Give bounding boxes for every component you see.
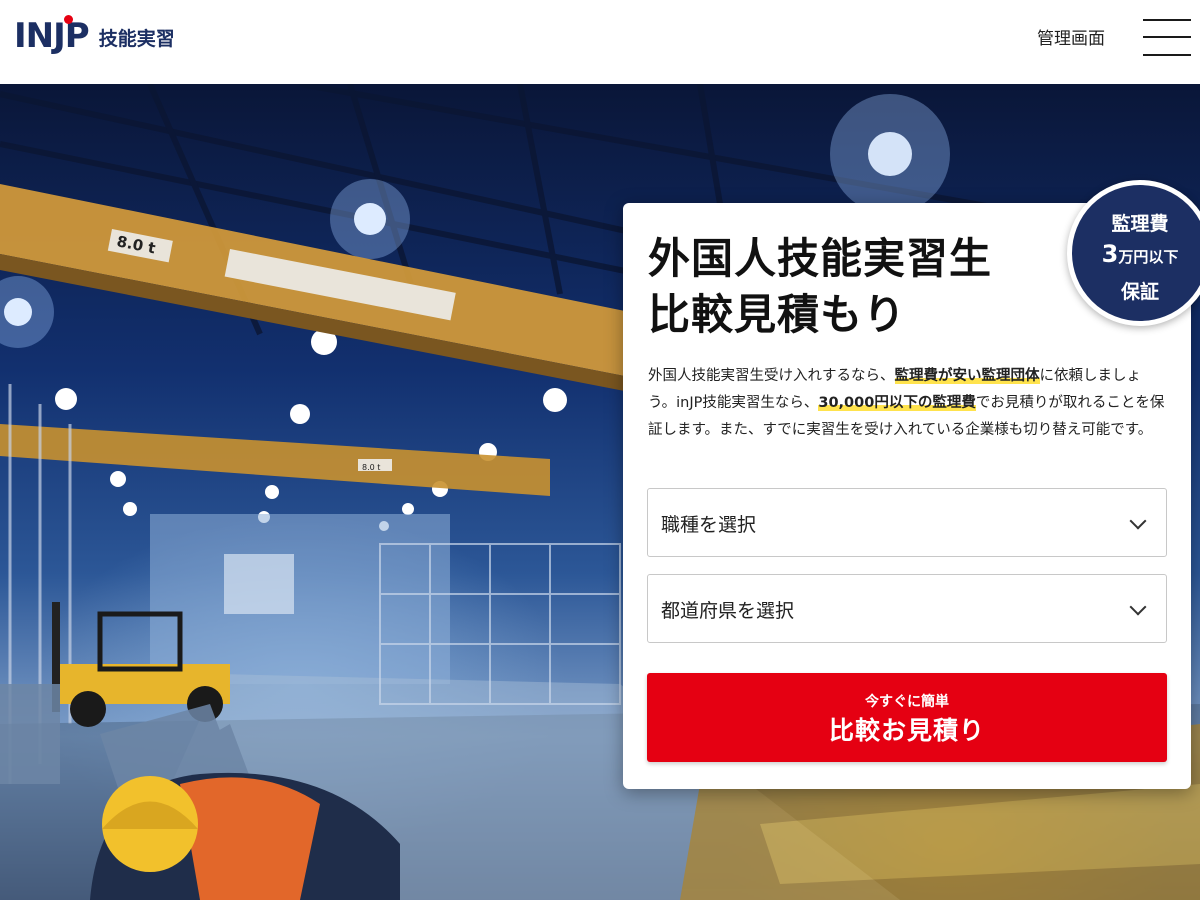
hamburger-line	[1143, 36, 1191, 38]
desc-text: 外国人技能実習生受け入れするなら、	[648, 368, 895, 384]
badge-number: 3	[1101, 240, 1119, 268]
logo-mark-text: INJP	[14, 16, 90, 56]
chevron-down-icon	[1129, 512, 1147, 530]
card-title-line1: 外国人技能実習生	[648, 234, 993, 283]
badge-line3: 保証	[1120, 281, 1159, 303]
site-header: INJP 技能実習 管理画面	[0, 0, 1200, 84]
card-title-line2: 比較見積もり	[648, 290, 907, 339]
badge-unit: 万円以下	[1118, 248, 1179, 266]
logo-red-dot	[64, 15, 73, 24]
prefecture-select-label: 都道府県を選択	[661, 600, 795, 622]
prefecture-select[interactable]: 都道府県を選択	[647, 574, 1167, 643]
fee-guarantee-badge: 監理費 3万円以下 保証	[1067, 180, 1200, 326]
hamburger-line	[1143, 54, 1191, 56]
logo-mark: INJP	[14, 15, 90, 56]
chevron-down-icon	[1129, 598, 1147, 616]
hamburger-line	[1143, 19, 1191, 21]
desc-highlight: 30,000円以下の監理費	[818, 395, 976, 411]
hamburger-menu-icon[interactable]	[1143, 17, 1191, 57]
desc-highlight: 監理費が安い監理団体	[894, 368, 1040, 384]
cta-label: 比較お見積り	[828, 716, 985, 745]
cta-subtext: 今すぐに簡単	[865, 694, 949, 710]
badge-line2: 3万円以下	[1072, 240, 1200, 268]
job-type-select-label: 職種を選択	[661, 514, 757, 536]
admin-link[interactable]: 管理画面	[1037, 24, 1105, 49]
badge-line1: 監理費	[1111, 213, 1169, 235]
quote-submit-button[interactable]: 今すぐに簡単 比較お見積り	[647, 673, 1167, 762]
job-type-select[interactable]: 職種を選択	[647, 488, 1167, 557]
card-title: 外国人技能実習生 比較見積もり	[648, 231, 992, 343]
crane-label: 8.0 t	[362, 463, 380, 472]
logo-subtitle: 技能実習	[98, 27, 175, 50]
site-logo[interactable]: INJP 技能実習	[14, 15, 175, 56]
card-description: 外国人技能実習生受け入れするなら、監理費が安い監理団体に依頼しましょう。inJP…	[648, 363, 1168, 444]
